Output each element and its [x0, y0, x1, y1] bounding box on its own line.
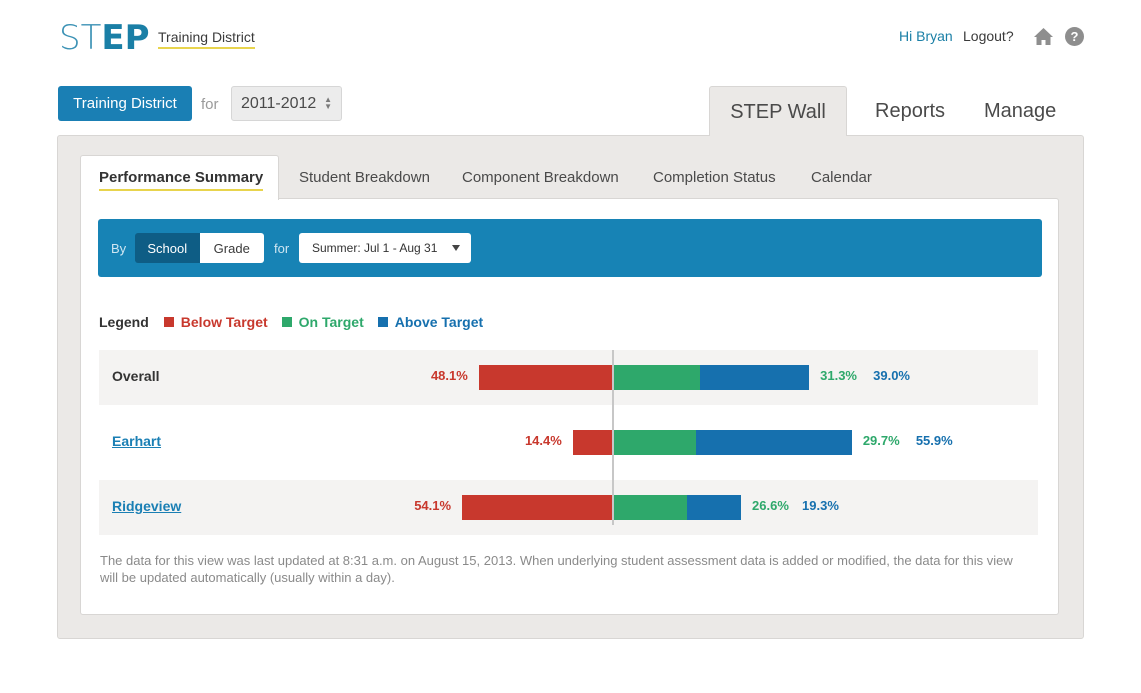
logo-light-part: ST	[59, 18, 102, 58]
group-toggle: School Grade	[135, 233, 264, 263]
bar-on-target	[613, 365, 701, 390]
period-select[interactable]: Summer: Jul 1 - Aug 31	[299, 233, 471, 263]
bar-above-target	[687, 495, 742, 520]
year-value: 2011-2012	[241, 95, 317, 112]
bar-on-target	[613, 495, 688, 520]
by-label: By	[111, 241, 127, 256]
subtab-student-breakdown[interactable]: Student Breakdown	[299, 169, 430, 186]
legend-item-above: Above Target	[377, 314, 484, 330]
group-school-button[interactable]: School	[135, 233, 200, 263]
tab-manage[interactable]: Manage	[984, 100, 1056, 123]
user-greeting[interactable]: Hi Bryan	[899, 28, 953, 44]
legend-swatch	[377, 317, 388, 327]
data-update-note: The data for this view was last updated …	[100, 553, 1013, 585]
legend-swatch	[281, 317, 292, 327]
chart-row: Earhart 14.4% 29.7% 55.9%	[99, 415, 1038, 470]
performance-chart: Overall 48.1% 31.3% 39.0% Earhart 14.4% 29.…	[99, 350, 1038, 545]
legend-label: On Target	[298, 314, 364, 330]
value-label-on: 29.7%	[862, 433, 900, 448]
district-button[interactable]: Training District	[58, 86, 192, 121]
bar-below-target	[572, 430, 613, 455]
subtab-component-breakdown[interactable]: Component Breakdown	[462, 169, 619, 186]
select-arrows-icon: ▲ ▼	[324, 95, 332, 111]
value-label-above: 19.3%	[802, 498, 839, 513]
legend-title: Legend	[99, 314, 149, 330]
year-select[interactable]: 2011-2012 ▲ ▼	[231, 86, 342, 121]
step-logo: STEP	[59, 18, 150, 58]
bar-below-target	[462, 495, 613, 520]
for-label: for	[201, 96, 219, 113]
subtab-performance-summary[interactable]: Performance Summary	[80, 155, 279, 200]
target-center-line	[612, 350, 614, 525]
bar-below-target	[478, 365, 613, 390]
legend-item-on: On Target	[281, 314, 364, 330]
value-label-below: 14.4%	[524, 433, 562, 448]
tab-reports[interactable]: Reports	[875, 100, 945, 123]
subtab-label: Performance Summary	[99, 169, 264, 191]
bar-above-target	[700, 365, 810, 390]
legend-swatch	[163, 317, 174, 327]
tab-step-wall[interactable]: STEP Wall	[709, 86, 847, 136]
value-label-above: 55.9%	[915, 433, 953, 448]
logout-link[interactable]: Logout?	[963, 28, 1014, 44]
row-label: Overall	[112, 368, 160, 384]
bar-above-target	[695, 430, 852, 455]
value-label-above: 39.0%	[873, 368, 910, 383]
school-link[interactable]: Earhart	[112, 433, 161, 449]
chevron-down-icon	[452, 245, 460, 251]
bar-on-target	[613, 430, 696, 455]
help-icon[interactable]: ?	[1065, 27, 1084, 46]
legend: Legend Below Target On Target Above Targ…	[99, 314, 497, 330]
legend-label: Above Target	[394, 314, 484, 330]
subtab-completion-status[interactable]: Completion Status	[653, 169, 776, 186]
chart-row: Ridgeview 54.1% 26.6% 19.3%	[99, 480, 1038, 535]
group-grade-button[interactable]: Grade	[199, 233, 264, 263]
chart-row: Overall 48.1% 31.3% 39.0%	[99, 350, 1038, 405]
school-link[interactable]: Ridgeview	[112, 498, 181, 514]
filter-bar: By School Grade for Summer: Jul 1 - Aug …	[98, 219, 1042, 277]
legend-item-below: Below Target	[163, 314, 268, 330]
value-label-below: 54.1%	[414, 498, 452, 513]
legend-label: Below Target	[180, 314, 268, 330]
period-for-label: for	[274, 241, 290, 256]
period-value: Summer: Jul 1 - Aug 31	[312, 241, 438, 255]
header-district-name: Training District	[158, 29, 255, 49]
home-icon[interactable]	[1033, 27, 1054, 46]
value-label-on: 31.3%	[820, 368, 857, 383]
value-label-below: 48.1%	[430, 368, 468, 383]
subtab-calendar[interactable]: Calendar	[811, 169, 872, 186]
logo-bold-part: EP	[101, 18, 150, 58]
value-label-on: 26.6%	[752, 498, 789, 513]
